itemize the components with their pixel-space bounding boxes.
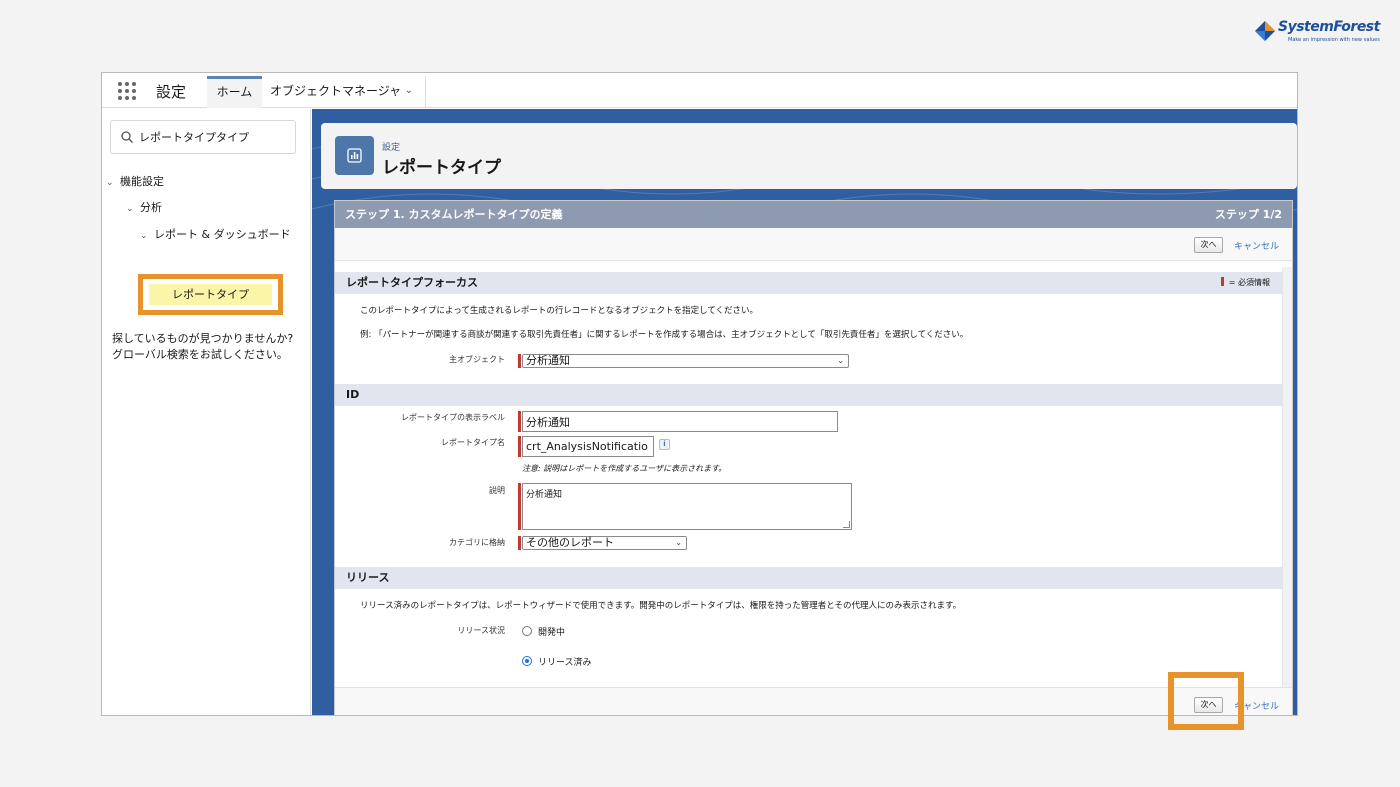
not-found-line-2: グローバル検索をお試しください。 <box>112 348 288 361</box>
step-title: ステップ 1. カスタムレポートタイプの定義 <box>345 208 563 221</box>
setup-sidebar: ⌄機能設定 ⌄分析 ⌄レポート & ダッシュボード レポートタイプ 探しているも… <box>102 109 311 715</box>
quick-find <box>110 120 296 154</box>
section-id: ID <box>335 384 1282 406</box>
description-note: 注意: 説明はレポートを作成するユーザに表示されます。 <box>522 464 727 473</box>
tree-item-label: 機能設定 <box>120 175 164 188</box>
not-found-hint: 探しているものが見つかりませんか? グローバル検索をお試しください。 <box>112 331 293 363</box>
chevron-down-icon: ⌄ <box>837 356 844 365</box>
focus-description-1: このレポートタイプによって生成されるレポートの行レコードとなるオブジェクトを指定… <box>360 306 759 316</box>
description-value: 分析通知 <box>526 490 563 500</box>
focus-description-2: 例: 「パートナーが関連する商談が関連する取引先責任者」に関するレポートを作成す… <box>360 330 969 340</box>
primary-object-value: 分析通知 <box>526 354 570 367</box>
radio-released-label[interactable]: リリース済み <box>538 655 592 668</box>
wizard-panel: ステップ 1. カスタムレポートタイプの定義 ステップ 1/2 次へ キャンセル… <box>334 200 1293 715</box>
highlight-report-types: レポートタイプ <box>138 274 283 315</box>
not-found-line-1: 探しているものが見つかりませんか? <box>112 332 294 345</box>
tree-item-report-types[interactable]: レポートタイプ <box>149 284 272 305</box>
resize-handle[interactable] <box>843 521 850 528</box>
step-count: ステップ 1/2 <box>1214 208 1282 221</box>
display-label-input[interactable] <box>522 411 838 432</box>
section-title: リリース <box>346 571 390 584</box>
required-marker <box>518 536 521 550</box>
release-description: リリース済みのレポートタイプは、レポートウィザードで使用できます。開発中のレポー… <box>360 601 962 611</box>
report-chart-icon <box>335 136 374 175</box>
tree-item-analytics[interactable]: ⌄ 分析 <box>126 199 162 215</box>
step-title-bar: ステップ 1. カスタムレポートタイプの定義 ステップ 1/2 <box>335 201 1292 228</box>
info-icon[interactable]: i <box>659 439 670 450</box>
top-nav-bar: 設定 ホーム オブジェクトマネージャ ⌄ <box>102 73 1297 108</box>
section-title: レポートタイプフォーカス <box>346 276 478 289</box>
section-title: ID <box>346 388 360 401</box>
display-label-label: レポートタイプの表示ラベル <box>401 413 505 422</box>
chevron-down-icon: ⌄ <box>675 538 682 547</box>
section-release: リリース <box>335 567 1282 589</box>
main-content: 設定 レポートタイプ ステップ 1. カスタムレポートタイプの定義 ステップ 1… <box>312 109 1297 715</box>
release-status-label: リリース状況 <box>457 626 505 635</box>
tree-item-label: 分析 <box>140 201 162 214</box>
setup-window: 設定 ホーム オブジェクトマネージャ ⌄ ⌄機能設定 ⌄分析 ⌄レポート & ダ… <box>101 72 1298 716</box>
tree-item-label: レポート & ダッシュボード <box>154 228 291 241</box>
tab-home[interactable]: ホーム <box>207 76 262 108</box>
required-marker <box>518 436 521 457</box>
quick-find-input[interactable] <box>139 127 289 147</box>
category-select[interactable]: その他のレポート ⌄ <box>522 536 687 550</box>
radio-in-development-label[interactable]: 開発中 <box>538 625 565 638</box>
category-label: カテゴリに格納 <box>449 538 505 547</box>
report-type-name-input[interactable] <box>522 436 654 457</box>
app-title: 設定 <box>156 83 187 101</box>
chevron-down-icon[interactable]: ⌄ <box>405 76 413 106</box>
tree-item-reports-dashboards[interactable]: ⌄ レポート & ダッシュボード <box>140 226 291 242</box>
logo-name: SystemForest <box>1278 19 1380 35</box>
primary-object-label: 主オブジェクト <box>449 355 505 364</box>
logo-tagline: Make an impression with new values <box>1288 37 1380 43</box>
tree-item-feature-settings[interactable]: ⌄ 機能設定 <box>106 173 164 189</box>
radio-in-development[interactable] <box>522 626 532 636</box>
page-title: レポートタイプ <box>382 158 501 178</box>
scrollbar[interactable] <box>1282 267 1292 715</box>
app-launcher-icon[interactable] <box>118 82 136 100</box>
tab-object-manager[interactable]: オブジェクトマネージャ ⌄ <box>262 76 426 108</box>
description-label: 説明 <box>489 486 505 495</box>
primary-object-select[interactable]: 分析通知 ⌄ <box>522 354 849 368</box>
top-button-row: 次へ キャンセル <box>335 228 1292 261</box>
breadcrumb[interactable]: 設定 <box>382 140 400 153</box>
required-marker <box>518 354 521 368</box>
system-forest-logo: SystemForest Make an impression with new… <box>1254 18 1384 46</box>
required-marker <box>518 411 521 432</box>
next-button-top[interactable]: 次へ <box>1194 237 1223 253</box>
tab-object-manager-label: オブジェクトマネージャ <box>270 84 402 98</box>
chevron-down-icon[interactable]: ⌄ <box>140 231 154 241</box>
report-type-name-label: レポートタイプ名 <box>441 438 505 447</box>
cancel-link-top[interactable]: キャンセル <box>1234 239 1279 252</box>
highlight-next-button <box>1168 672 1244 730</box>
logo-diamond-icon <box>1255 21 1275 41</box>
required-marker <box>1220 277 1224 286</box>
required-marker <box>518 483 521 530</box>
required-legend-text: = 必須情報 <box>1228 278 1270 287</box>
section-report-type-focus: レポートタイプフォーカス = 必須情報 <box>335 272 1282 294</box>
category-value: その他のレポート <box>526 536 614 549</box>
description-textarea[interactable]: 分析通知 <box>522 483 852 530</box>
radio-released[interactable] <box>522 656 532 666</box>
chevron-down-icon[interactable]: ⌄ <box>106 178 120 188</box>
required-legend: = 必須情報 <box>1220 272 1270 294</box>
page-header: 設定 レポートタイプ <box>321 123 1297 189</box>
search-icon <box>121 131 133 143</box>
chevron-down-icon[interactable]: ⌄ <box>126 204 140 214</box>
bottom-button-row: 次へ キャンセル <box>335 687 1292 715</box>
